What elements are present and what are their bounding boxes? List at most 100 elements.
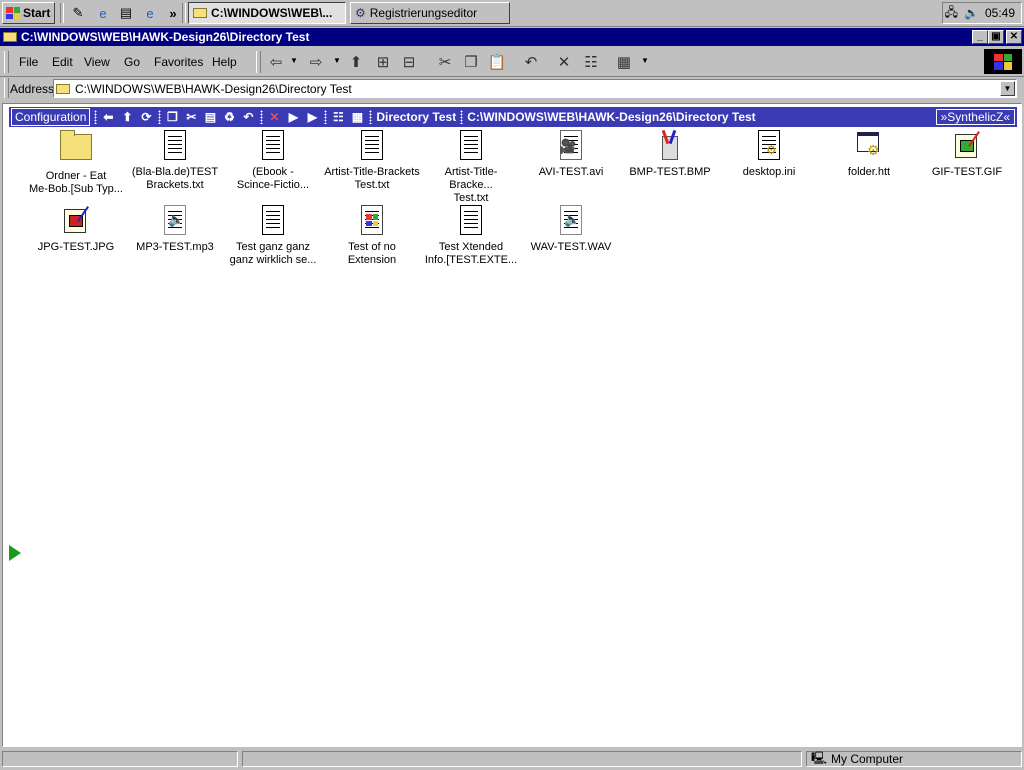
restore-button[interactable]: ▣ [988,30,1004,44]
outlook-express-icon[interactable]: e [142,5,158,21]
menu-go[interactable]: Go [124,55,140,69]
task-registry-editor[interactable]: ⚙ Registrierungseditor [350,2,510,24]
hawkbar-grip [369,110,373,124]
file-name-line1: (Ebook - [252,166,294,178]
file-item[interactable]: Artist-Title-Bracke... Test.txt [423,130,519,205]
hawkbar-grip [324,110,328,124]
close-button[interactable]: ✕ [1006,30,1022,44]
folder-path: C:\WINDOWS\WEB\HAWK-Design26\Directory T… [467,110,756,124]
up-folder-icon[interactable]: ⬆ [345,51,367,73]
internet-explorer-icon[interactable]: e [95,5,111,21]
forward-dropdown-icon[interactable]: ▼ [333,56,341,65]
menu-file[interactable]: File [19,55,38,69]
cut-icon[interactable]: ✂ [183,109,199,125]
start-button[interactable]: Start [2,2,55,24]
back-icon[interactable]: ⬅ [100,109,116,125]
file-name-line1: Test Xtended [438,241,504,253]
address-grip[interactable] [4,78,9,98]
configuration-button[interactable]: Configuration [11,108,91,126]
forward-icon[interactable]: ⇨ [305,51,327,73]
window-controls: _ ▣ ✕ [972,30,1022,44]
undo-icon[interactable]: ↶ [240,109,256,125]
file-item[interactable]: JPG-TEST.JPG [28,205,124,254]
synthelicz-button[interactable]: »SynthelicZ« [935,109,1015,125]
menu-favorites[interactable]: Favorites [154,55,203,69]
file-item[interactable]: ⚙ desktop.ini [721,130,817,179]
play-arrow-icon[interactable] [9,545,21,561]
views-dropdown-icon[interactable]: ▼ [641,56,649,65]
text-file-icon [460,130,482,160]
file-item[interactable]: (Ebook - Scince-Fictio... [225,130,321,192]
image-file-icon [951,130,983,162]
menu-view[interactable]: View [84,55,110,69]
file-name-line1: Artist-Title-Bracke... [444,166,498,191]
text-file-icon [164,130,186,160]
views-icon[interactable]: ▦ [349,109,365,125]
folder-icon [56,83,70,94]
network-icon[interactable]: 🖧 [945,3,958,24]
file-item[interactable]: Ordner - Eat Me-Bob.[Sub Typ... [28,130,124,196]
disconnect-drive-icon[interactable]: ⊟ [398,51,420,73]
menu-edit[interactable]: Edit [52,55,73,69]
toolbar-grip[interactable] [256,51,261,73]
file-item[interactable]: Test Xtended Info.[TEST.EXTE... [423,205,519,267]
file-item[interactable]: (Bla-Bla.de)TEST Brackets.txt [127,130,223,192]
address-label: Address [10,82,55,96]
copy-icon[interactable]: ❐ [460,51,482,73]
paste-icon[interactable]: 📋 [486,51,508,73]
address-dropdown-button[interactable]: ▼ [1000,81,1015,96]
more-quicklaunch-icon[interactable]: » [165,5,181,21]
edit-icon[interactable]: ✎ [70,5,86,21]
address-value: C:\WINDOWS\WEB\HAWK-Design26\Directory T… [75,81,352,96]
up-folder-icon[interactable]: ⬆ [119,109,135,125]
window-title-bar[interactable]: C:\WINDOWS\WEB\HAWK-Design26\Directory T… [0,28,1024,46]
copy-to-icon[interactable]: ▶ [304,109,320,125]
video-file-icon: 🎥 [555,130,587,162]
file-item[interactable]: GIF-TEST.GIF [919,130,1015,179]
show-desktop-icon[interactable]: ▤ [118,5,134,21]
menu-help[interactable]: Help [212,55,237,69]
views-icon[interactable]: ▦ [613,51,635,73]
file-name-line1: Ordner - Eat [45,170,107,182]
zone-label: My Computer [831,752,904,766]
file-name-line2: Extension [347,254,397,266]
status-panel-zone: 🖳 My Computer [806,751,1022,767]
file-item[interactable]: 🎥 AVI-TEST.avi [523,130,619,179]
folder-view[interactable]: Configuration ⬅ ⬆ ⟳ ❐ ✂ ▤ ♻ ↶ ✕ ▶ ▶ ☷ ▦ … [2,103,1022,747]
address-input[interactable]: C:\WINDOWS\WEB\HAWK-Design26\Directory T… [53,79,1017,98]
file-item[interactable]: 🔈 MP3-TEST.mp3 [127,205,223,254]
recycle-icon[interactable]: ♻ [221,109,237,125]
delete-icon[interactable]: ✕ [553,51,575,73]
file-item[interactable]: BMP-TEST.BMP [622,129,718,179]
move-to-icon[interactable]: ▶ [285,109,301,125]
hawk-design-bar: Configuration ⬅ ⬆ ⟳ ❐ ✂ ▤ ♻ ↶ ✕ ▶ ▶ ☷ ▦ … [9,107,1017,127]
properties-icon[interactable]: ☷ [330,109,346,125]
file-item[interactable]: Test ganz ganz ganz wirklich se... [225,205,321,267]
task-explorer-window[interactable]: C:\WINDOWS\WEB\... [188,2,346,24]
cut-icon[interactable]: ✂ [434,51,456,73]
map-drive-icon[interactable]: ⊞ [372,51,394,73]
back-icon[interactable]: ⇦ [265,51,287,73]
delete-icon[interactable]: ✕ [266,109,282,125]
copy-icon[interactable]: ❐ [164,109,180,125]
minimize-button[interactable]: _ [972,30,988,44]
properties-icon[interactable]: ☷ [580,51,602,73]
paste-icon[interactable]: ▤ [202,109,218,125]
file-name-line1: folder.htt [847,166,891,178]
file-item[interactable]: 🔈 WAV-TEST.WAV [523,205,619,254]
menubar-grip[interactable] [4,51,9,73]
hawkbar-grip [460,110,464,124]
settings-file-icon: ⚙ [753,130,785,162]
undo-icon[interactable]: ↶ [520,51,542,73]
text-file-icon [361,130,383,160]
clock[interactable]: 05:49 [985,6,1015,20]
file-item[interactable]: Test of no Extension [324,205,420,267]
back-dropdown-icon[interactable]: ▼ [290,56,298,65]
refresh-icon[interactable]: ⟳ [138,109,154,125]
paint-file-icon [654,129,686,162]
file-name-line1: MP3-TEST.mp3 [136,241,214,253]
hawkbar-grip [94,110,98,124]
volume-icon[interactable]: 🔈 [964,6,979,20]
file-item[interactable]: ⚙ folder.htt [821,130,917,179]
file-item[interactable]: Artist-Title-Brackets Test.txt [324,130,420,192]
